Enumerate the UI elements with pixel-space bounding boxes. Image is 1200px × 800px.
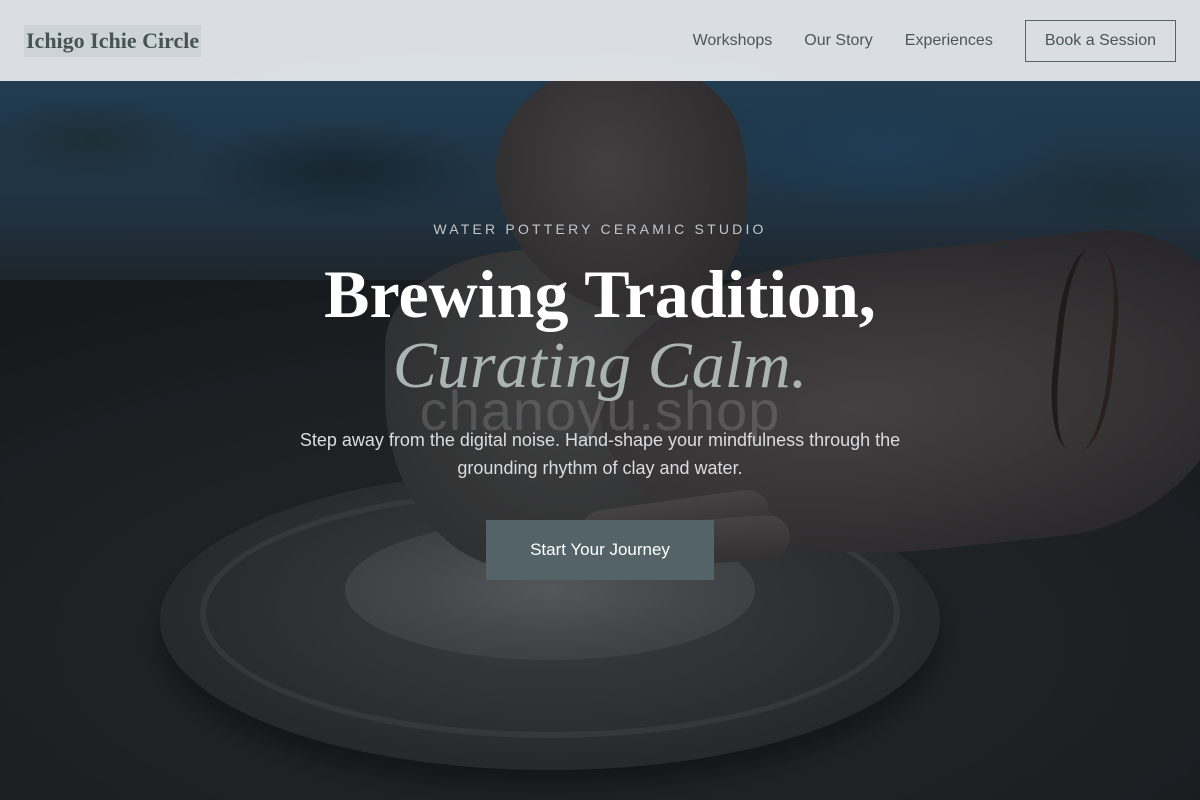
hero-subtitle: Step away from the digital noise. Hand-s… xyxy=(299,430,901,478)
hero-content: WATER POTTERY CERAMIC STUDIO Brewing Tra… xyxy=(0,0,1200,800)
start-journey-button[interactable]: Start Your Journey xyxy=(486,520,714,580)
hero-eyebrow: WATER POTTERY CERAMIC STUDIO xyxy=(433,221,767,237)
hero-headline: Brewing Tradition, xyxy=(324,256,876,332)
